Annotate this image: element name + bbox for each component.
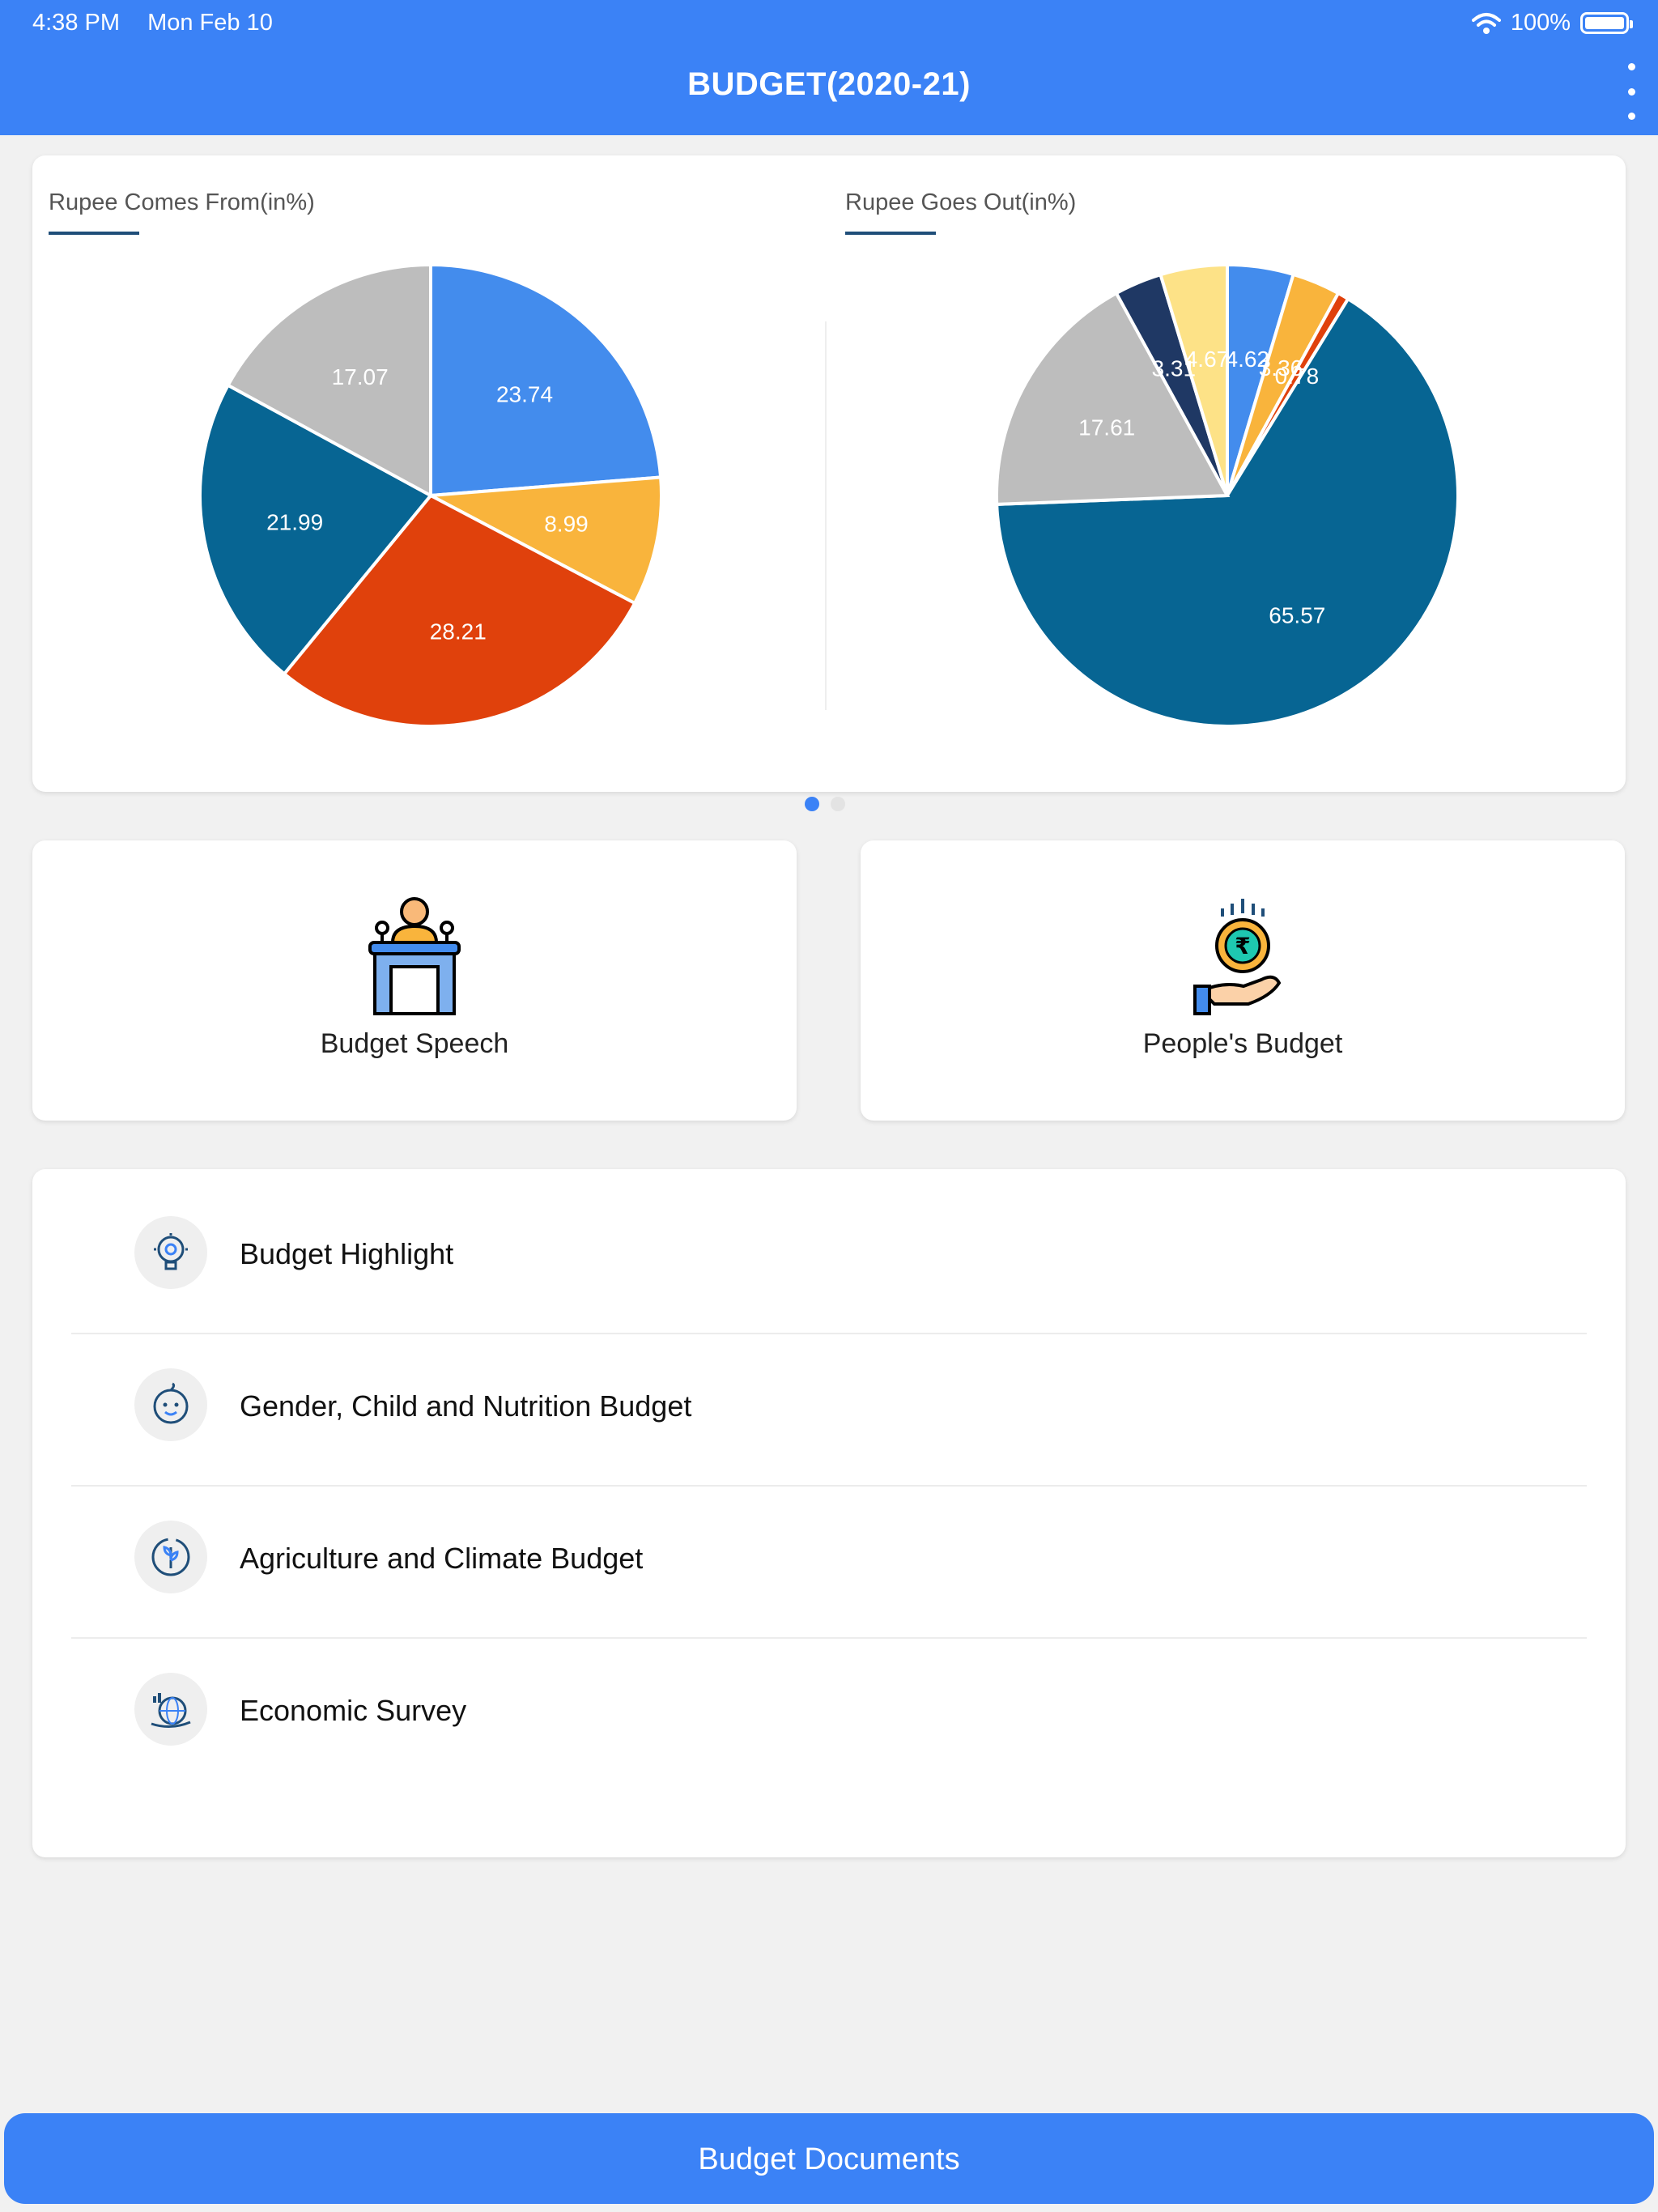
title-underline	[845, 232, 936, 235]
chart-divider	[825, 321, 827, 710]
tile-label-budget-speech: Budget Speech	[320, 1028, 509, 1059]
comes-from-slice-label-2: 28.21	[430, 619, 487, 644]
pager-dot[interactable]	[831, 797, 845, 811]
budget-documents-button[interactable]: Budget Documents	[4, 2113, 1654, 2204]
link-economic-survey[interactable]: Economic Survey	[71, 1639, 1587, 1791]
status-bar-left: 4:38 PM Mon Feb 10	[32, 10, 294, 36]
status-bar-right: 100%	[1471, 10, 1633, 36]
chart-title-comes-from: Rupee Comes From(in%)	[49, 189, 315, 215]
pager-dot-active[interactable]	[805, 797, 819, 811]
comes-from-slice-label-3: 21.99	[266, 510, 323, 535]
chart-carousel-card[interactable]: Rupee Comes From(in%) Rupee Goes Out(in%…	[32, 155, 1626, 792]
more-dot-icon	[1627, 63, 1635, 70]
link-agriculture-climate[interactable]: Agriculture and Climate Budget	[71, 1487, 1587, 1639]
more-dot-icon	[1627, 87, 1635, 96]
link-budget-highlight[interactable]: Budget Highlight	[71, 1182, 1587, 1334]
plant-circle-icon	[151, 1538, 190, 1576]
globe-chart-icon	[151, 1693, 191, 1728]
link-label: Economic Survey	[240, 1694, 467, 1727]
status-date: Mon Feb 10	[147, 10, 273, 36]
link-label: Agriculture and Climate Budget	[240, 1542, 644, 1575]
rupee-coin-hand-icon: ₹	[1193, 899, 1282, 1015]
page-title: BUDGET(2020-21)	[687, 66, 971, 102]
wifi-icon	[1471, 12, 1501, 34]
title-underline	[49, 232, 139, 235]
battery-percent: 100%	[1510, 10, 1571, 36]
more-dot-icon	[1627, 113, 1635, 120]
budget-speech-tile[interactable]: Budget Speech	[32, 840, 797, 1121]
svg-text:₹: ₹	[1235, 933, 1250, 959]
budget-links-card: Budget Highlight Gender, Child and Nutri…	[32, 1169, 1626, 1857]
goes-out-slice-label-2: 0.78	[1275, 364, 1320, 389]
chart-title-goes-out: Rupee Goes Out(in%)	[845, 189, 1077, 215]
goes-out-slice-label-3: 65.57	[1269, 603, 1325, 628]
comes-from-slice-0[interactable]	[429, 262, 663, 498]
peoples-budget-tile[interactable]: ₹ People's Budget	[861, 840, 1625, 1121]
pie-chart-goes-out: 4.623.360.7865.5717.613.314.67	[995, 262, 1460, 728]
more-options-button[interactable]	[1611, 63, 1652, 120]
podium-speaker-icon	[368, 897, 461, 1015]
icon-circle	[134, 1368, 207, 1441]
battery-icon	[1580, 12, 1633, 34]
comes-from-slice-label-0: 23.74	[496, 381, 553, 406]
comes-from-slice-label-4: 17.07	[332, 364, 389, 389]
goes-out-slice-label-4: 17.61	[1078, 415, 1135, 440]
icon-circle	[134, 1521, 207, 1593]
baby-face-icon	[153, 1382, 189, 1424]
comes-from-slice-label-1: 8.99	[544, 512, 589, 537]
status-time: 4:38 PM	[32, 10, 120, 36]
carousel-pager	[805, 797, 845, 811]
link-label: Gender, Child and Nutrition Budget	[240, 1389, 692, 1423]
icon-circle	[134, 1673, 207, 1746]
icon-circle	[134, 1216, 207, 1289]
link-label: Budget Highlight	[240, 1237, 454, 1270]
link-gender-child-nutrition[interactable]: Gender, Child and Nutrition Budget	[71, 1334, 1587, 1487]
lightbulb-gear-icon	[154, 1233, 188, 1270]
app-header: 4:38 PM Mon Feb 10 100% BUDGET(2020-21)	[0, 0, 1658, 135]
tile-label-peoples-budget: People's Budget	[1142, 1028, 1343, 1059]
goes-out-slice-label-6: 4.67	[1185, 347, 1230, 372]
pie-chart-comes-from: 23.74 8.99 28.21 21.99 17.07	[198, 262, 663, 728]
